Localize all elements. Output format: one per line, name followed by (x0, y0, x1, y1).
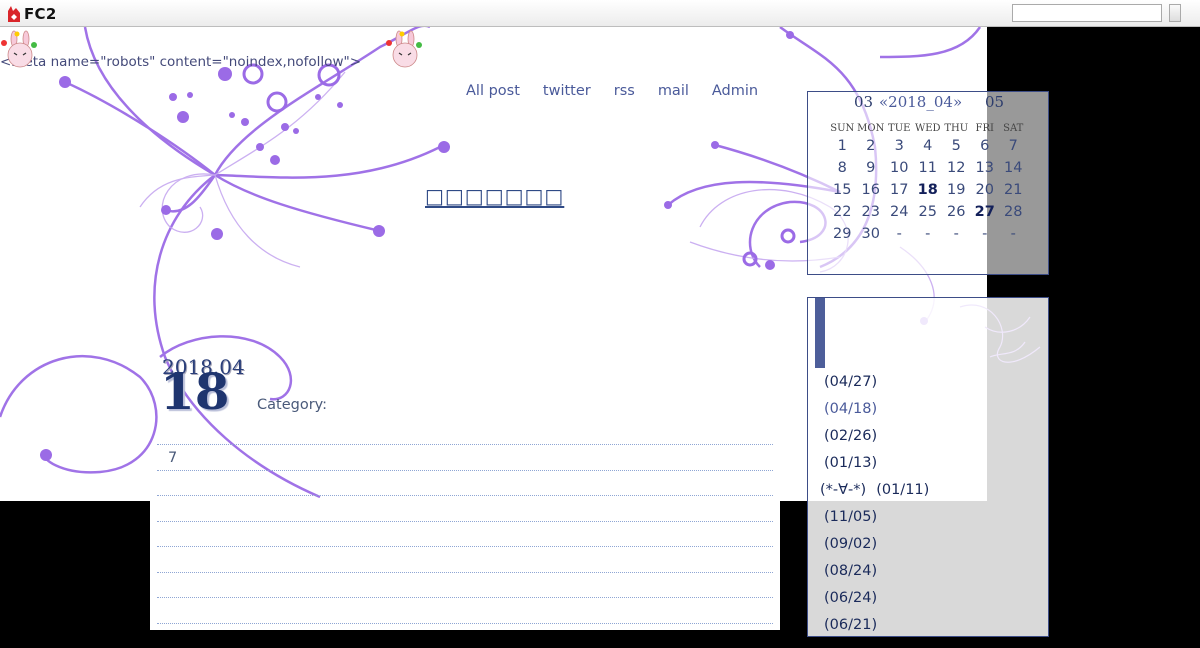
nav-mail[interactable]: mail (658, 83, 689, 99)
sidebar-entry-date: (08/24) (824, 563, 878, 579)
sidebar-entry-date: (06/21) (824, 617, 878, 633)
calendar-widget: 03 «2018_04» 05 SUN MON TUE WED THU FRI SAT 1 2 3… (807, 91, 1049, 275)
calendar-day: - (1010, 226, 1016, 242)
post-date-day: 18 (160, 362, 230, 421)
sidebar-entry-date: (09/02) (824, 536, 878, 552)
header-search-button[interactable] (1169, 4, 1181, 22)
calendar-weekday: THU (944, 122, 969, 134)
calendar-day: 4 (923, 138, 933, 154)
sidebar-entry-link[interactable]: (08/24) (824, 563, 933, 590)
calendar-week-row: 1 2 3 4 5 6 7 (828, 135, 1028, 157)
rabbit-mascot-icon (1, 30, 37, 68)
calendar-day: 30 (861, 226, 880, 242)
sidebar-entry-link[interactable]: (06/21) (824, 617, 933, 644)
calendar-day: 24 (890, 204, 909, 220)
calendar-day: 7 (1008, 138, 1018, 154)
sidebar-entry-link[interactable]: (04/18) (824, 401, 933, 428)
calendar-prev-month[interactable]: 03 (854, 93, 873, 111)
calendar-day: 13 (975, 160, 994, 176)
sidebar-entry-date: (01/11) (876, 482, 930, 498)
calendar-next-month[interactable]: 05 (985, 93, 1004, 111)
sidebar-entry-link[interactable]: (04/27) (824, 374, 933, 401)
calendar-day: 16 (861, 182, 880, 198)
calendar-current-month[interactable]: «2018_04» (879, 93, 962, 111)
calendar-weekday: SUN (830, 122, 855, 134)
calendar-week-row: 8 9 10 11 12 13 14 (828, 157, 1028, 179)
sidebar-entry-link[interactable]: (11/05) (824, 509, 933, 536)
sidebar-entry-link[interactable]: (*‐∀‐*) (01/11) (820, 482, 929, 509)
calendar-grid: SUN MON TUE WED THU FRI SAT 1 2 3 4 5 6 7 8 9 10 11 12 13 14… (828, 121, 1028, 245)
calendar-day: 19 (947, 182, 966, 198)
calendar-day: 9 (866, 160, 876, 176)
calendar-weekday: MON (857, 122, 885, 134)
calendar-day: 29 (833, 226, 852, 242)
nav-admin[interactable]: Admin (712, 83, 758, 99)
calendar-weekday: TUE (888, 122, 911, 134)
calendar-week-row: 15 16 17 18 19 20 21 (828, 179, 1028, 201)
calendar-day: 8 (837, 160, 847, 176)
sidebar-entry-list: (04/27) (04/18) (02/26) (01/13) (*‐∀‐*) (01/1… (820, 374, 933, 644)
calendar-day: 23 (861, 204, 880, 220)
fc2-logo-text: FC2 (24, 5, 57, 23)
calendar-day: 12 (947, 160, 966, 176)
calendar-weekday-row: SUN MON TUE WED THU FRI SAT (828, 121, 1028, 135)
calendar-day: 3 (894, 138, 904, 154)
sidebar-entry-date: (04/18) (824, 401, 878, 417)
calendar-weekday: SAT (1003, 122, 1024, 134)
calendar-day: 14 (1004, 160, 1023, 176)
calendar-weekday: WED (914, 122, 941, 134)
sidebar-entry-link[interactable]: (02/26) (824, 428, 933, 455)
nav-rss[interactable]: rss (614, 83, 635, 99)
sidebar-entry-link[interactable]: (06/24) (824, 590, 933, 617)
post-body-ruled-lines (157, 444, 773, 648)
calendar-day: 28 (1004, 204, 1023, 220)
calendar-day: 26 (947, 204, 966, 220)
calendar-day: 25 (918, 204, 937, 220)
calendar-day: 6 (980, 138, 990, 154)
header-search-input[interactable] (1012, 4, 1162, 22)
calendar-day-link[interactable]: 27 (971, 204, 1000, 220)
calendar-week-row: 29 30- - - - - (828, 223, 1028, 245)
calendar-day: 17 (890, 182, 909, 198)
rabbit-mascot-icon (386, 30, 422, 68)
sidebar-entry-date: (11/05) (824, 509, 878, 525)
calendar-day: 21 (1004, 182, 1023, 198)
sidebar-entry-date: (02/26) (824, 428, 878, 444)
calendar-day: 2 (866, 138, 876, 154)
calendar-day: 11 (918, 160, 937, 176)
sidebar-entry-link[interactable]: (09/02) (824, 536, 933, 563)
calendar-day: 20 (975, 182, 994, 198)
calendar-day: 5 (951, 138, 961, 154)
sidebar-entry-date: (04/27) (824, 374, 878, 390)
post-category-label: Category: (257, 397, 328, 413)
calendar-day: - (896, 226, 902, 242)
calendar-day: - (953, 226, 959, 242)
calendar-day-link[interactable]: 18 (914, 182, 943, 198)
calendar-day: - (925, 226, 931, 242)
calendar-day: 22 (833, 204, 852, 220)
raw-meta-tag-text: <meta name="robots" content="noindex,nof… (0, 54, 361, 70)
post-body-text: 7 (168, 450, 178, 466)
nav-all-post[interactable]: All post (466, 83, 520, 99)
calendar-day: 15 (833, 182, 852, 198)
sidebar-entry-link[interactable]: (01/13) (824, 455, 933, 482)
sidebar-entry-date: (01/13) (824, 455, 878, 471)
site-title[interactable]: □□□□□□□ (425, 184, 564, 208)
calendar-day: - (982, 226, 988, 242)
calendar-day: 10 (890, 160, 909, 176)
calendar-day: 1 (837, 138, 847, 154)
sidebar-entry-title: (*‐∀‐*) (820, 482, 867, 498)
sidebar-entry-date: (06/24) (824, 590, 878, 606)
fc2-logo[interactable]: FC2 (6, 4, 57, 24)
sidebar-heading-bar (815, 298, 825, 368)
top-navigation: All post twitter rss mail Admin (466, 83, 758, 99)
fc2-fox-icon (8, 6, 20, 22)
nav-twitter[interactable]: twitter (543, 83, 591, 99)
fc2-header-bar: FC2 (0, 0, 1200, 27)
calendar-week-row: 22 23 24 25 26 27 28 (828, 201, 1028, 223)
calendar-weekday: FRI (975, 122, 994, 134)
